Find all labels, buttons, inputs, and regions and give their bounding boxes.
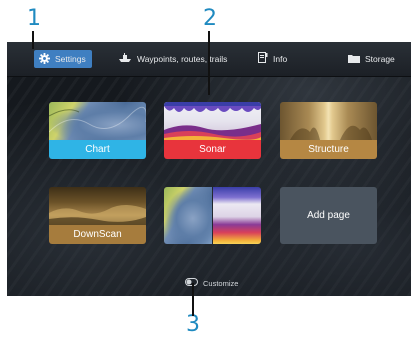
add-page-button[interactable]: Add page xyxy=(280,187,377,244)
combo-chart-half xyxy=(164,187,212,244)
sonar-tile[interactable]: Sonar xyxy=(164,102,261,159)
document-info-icon xyxy=(258,52,273,66)
callout-1: 1 xyxy=(27,6,41,31)
info-label: Info xyxy=(273,54,288,64)
downscan-tile-label: DownScan xyxy=(49,225,146,244)
chart-tile[interactable]: Chart xyxy=(49,102,146,159)
sonar-thumbnail xyxy=(164,102,261,140)
callout-3: 3 xyxy=(186,312,200,337)
callout-2: 2 xyxy=(203,6,217,31)
add-page-label: Add page xyxy=(307,210,350,221)
waypoints-routes-trails-button[interactable]: Waypoints, routes, trails xyxy=(118,50,227,68)
gear-icon xyxy=(39,52,55,66)
downscan-thumbnail xyxy=(49,187,146,225)
leader-line-3 xyxy=(192,283,194,316)
settings-button[interactable]: Settings xyxy=(34,50,92,68)
combo-sonar-half xyxy=(213,187,261,244)
downscan-tile[interactable]: DownScan xyxy=(49,187,146,244)
chart-tile-label: Chart xyxy=(49,140,146,159)
structure-tile[interactable]: Structure xyxy=(280,102,377,159)
settings-label: Settings xyxy=(55,54,86,64)
storage-button[interactable]: Storage xyxy=(348,50,395,68)
chart-sonar-combo-tile[interactable] xyxy=(164,187,261,244)
info-button[interactable]: Info xyxy=(258,50,287,68)
folder-icon xyxy=(348,54,365,65)
toggle-icon xyxy=(185,278,203,288)
chart-thumbnail xyxy=(49,102,146,140)
leader-line-2 xyxy=(208,31,210,95)
waypoints-label: Waypoints, routes, trails xyxy=(137,54,228,64)
customize-label: Customize xyxy=(203,278,239,288)
storage-label: Storage xyxy=(365,54,395,64)
boat-icon xyxy=(118,53,137,65)
structure-thumbnail xyxy=(280,102,377,140)
leader-line-1 xyxy=(32,31,34,49)
structure-tile-label: Structure xyxy=(280,140,377,159)
sonar-tile-label: Sonar xyxy=(164,140,261,159)
